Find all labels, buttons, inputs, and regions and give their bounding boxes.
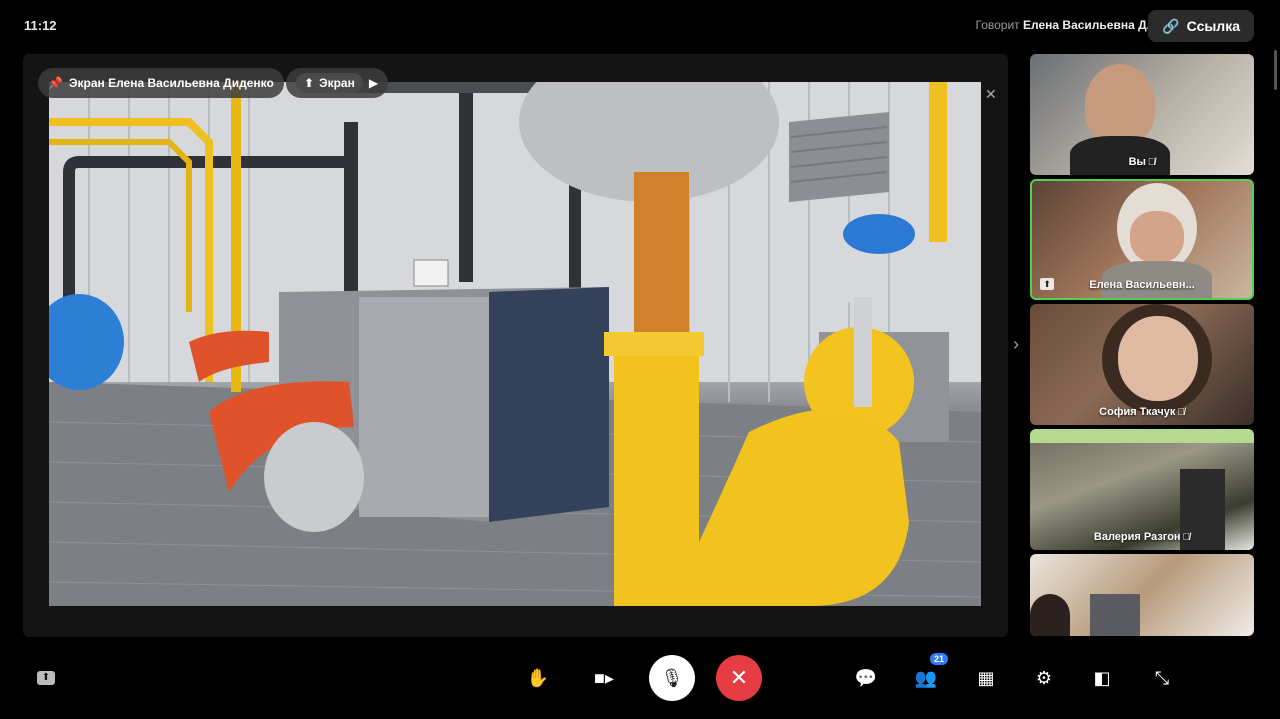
avatar: [1085, 64, 1155, 144]
camera-icon: ■▸: [594, 667, 614, 688]
participants-scrollbar[interactable]: [1274, 50, 1277, 90]
camera-small-icon[interactable]: ▶: [369, 76, 378, 90]
avatar-face: [1130, 211, 1184, 263]
participant-tile[interactable]: Валерия Разгон 🎙̸: [1030, 429, 1254, 550]
ceiling-light: [1030, 429, 1254, 443]
boiler-room-scene: [49, 82, 981, 606]
participant-tile[interactable]: Вы 🎙̸: [1030, 54, 1254, 175]
screen-share-label: Экран: [319, 76, 355, 90]
participant-name: Вы 🎙̸: [1128, 156, 1156, 168]
pin-icon: 📌: [48, 76, 63, 90]
participant-tile[interactable]: [1030, 554, 1254, 636]
screen-share-toggle[interactable]: ⬆ Экран: [296, 73, 363, 93]
participants-count-badge: 21: [929, 653, 948, 665]
mute-button[interactable]: 🎙: [649, 655, 695, 701]
end-call-button[interactable]: ✕: [716, 655, 762, 701]
people-icon: 👥: [914, 667, 938, 688]
chat-icon: 💬: [854, 667, 878, 688]
speaking-indicator: Говорит Елена Васильевна Д.: [976, 18, 1150, 32]
copy-link-label: Ссылка: [1186, 18, 1240, 34]
layout-button[interactable]: ◧: [1086, 660, 1118, 696]
link-icon: 🔗: [1162, 17, 1180, 34]
mic-off-icon: 🎙: [660, 667, 684, 688]
gear-icon: ⚙: [1035, 667, 1053, 688]
chair: [1090, 594, 1140, 636]
screen-share-icon: ⬆: [304, 76, 315, 90]
mic-off-icon: 🎙̸: [1147, 157, 1156, 168]
grid-view-button[interactable]: ▦: [970, 660, 1002, 696]
layout-icon: ◧: [1093, 667, 1111, 688]
participant-tile-active[interactable]: ⬆ Елена Васильевн...: [1030, 179, 1254, 300]
collapse-icon: ⤡: [1154, 667, 1170, 688]
close-icon[interactable]: ✕: [985, 86, 997, 103]
mic-off-icon: 🎙̸: [1182, 532, 1191, 543]
chat-button[interactable]: 💬: [850, 660, 882, 696]
shared-screen-content[interactable]: [49, 82, 981, 606]
clock: 11:12: [24, 18, 57, 33]
speaking-name: Елена Васильевна Д.: [1023, 18, 1150, 32]
share-screen-button[interactable]: ⬆: [30, 660, 62, 696]
screen-share-pill[interactable]: ⬆ Экран ▶: [286, 68, 389, 98]
avatar: [1118, 316, 1198, 401]
participant-name: София Ткачук 🎙̸: [1099, 406, 1185, 418]
copy-link-button[interactable]: 🔗 Ссылка: [1148, 10, 1254, 42]
chevron-right-icon[interactable]: ›: [1013, 334, 1019, 355]
presenter-pill-label: Экран Елена Васильевна Диденко: [68, 76, 274, 90]
raise-hand-button[interactable]: ✋: [522, 660, 554, 696]
participant-name: Елена Васильевн...: [1089, 279, 1195, 291]
speaking-prefix: Говорит: [975, 18, 1020, 32]
participant-name: Валерия Разгон 🎙̸: [1093, 531, 1191, 543]
participant-tile[interactable]: София Ткачук 🎙̸: [1030, 304, 1254, 425]
mic-off-icon: 🎙̸: [1177, 407, 1185, 418]
hand-icon: ✋: [526, 667, 550, 688]
collapse-button[interactable]: ⤡: [1146, 660, 1178, 696]
avatar: [1030, 594, 1070, 636]
presenter-pill[interactable]: 📌 Экран Елена Васильевна Диденко: [38, 68, 284, 98]
settings-button[interactable]: ⚙: [1028, 660, 1060, 696]
grid-icon: ▦: [977, 667, 995, 688]
close-icon: ✕: [729, 665, 749, 690]
participants-button[interactable]: 👥 21: [910, 653, 948, 696]
upload-icon: ⬆: [37, 671, 55, 685]
camera-button[interactable]: ■▸: [588, 660, 620, 696]
